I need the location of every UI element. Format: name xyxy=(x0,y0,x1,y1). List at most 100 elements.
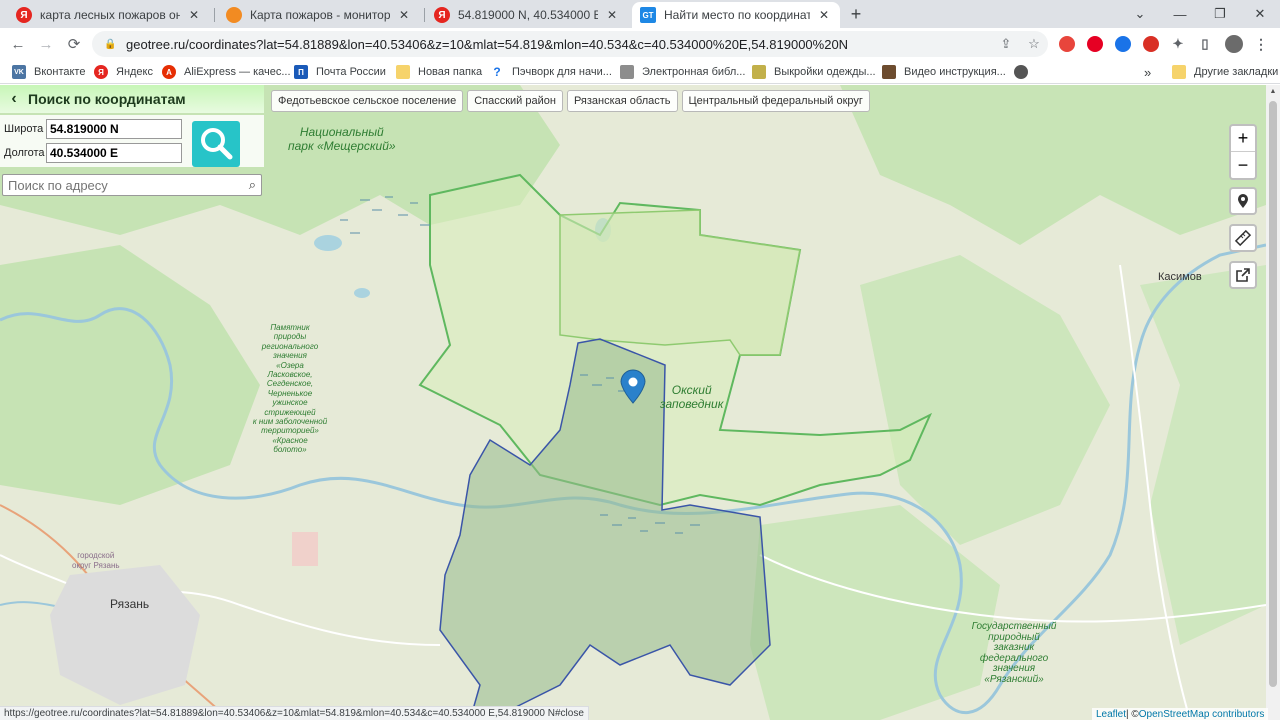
search-icon[interactable]: ⌕ xyxy=(249,177,256,193)
back-arrow-icon[interactable]: ‹ xyxy=(0,90,28,108)
extension-play-icon[interactable] xyxy=(1115,36,1131,52)
library-icon xyxy=(620,65,634,79)
magnifier-icon xyxy=(201,128,233,160)
coordinate-search-button[interactable] xyxy=(192,121,240,167)
scrollbar-thumb[interactable] xyxy=(1269,101,1277,687)
window-close-button[interactable]: ✕ xyxy=(1240,0,1280,28)
address-bar[interactable]: 🔒 geotree.ru/coordinates?lat=54.81889&lo… xyxy=(92,31,1048,57)
tab-1[interactable]: Я карта лесных пожаров онлайн ✕ xyxy=(8,2,210,28)
bookmark-yandex[interactable]: Я Яндекс xyxy=(94,64,153,80)
bookmark-library[interactable]: Электронная библ... xyxy=(620,64,745,80)
pin-icon xyxy=(1238,194,1248,208)
city-district-label: городской округ Рязань xyxy=(72,551,120,571)
bookmark-label: Пэчворк для начи... xyxy=(512,66,612,78)
town-kasimov: Касимов xyxy=(1158,271,1202,283)
new-tab-button[interactable]: + xyxy=(846,4,866,24)
menu-kebab-icon[interactable]: ⋮ xyxy=(1253,36,1269,52)
breadcrumb-federal-district[interactable]: Центральный федеральный округ xyxy=(681,90,870,112)
tab-title: Найти место по координатам, u xyxy=(664,8,810,22)
pinterest-icon[interactable] xyxy=(1087,36,1103,52)
scroll-up-icon[interactable]: ▲ xyxy=(1269,88,1277,95)
bookmarks-overflow-button[interactable]: » xyxy=(1144,64,1151,80)
open-external-button[interactable] xyxy=(1229,261,1257,289)
attribution-sep: | © xyxy=(1126,708,1139,720)
ruler-icon xyxy=(1234,229,1252,247)
share-icon[interactable]: ⇪ xyxy=(992,36,1020,52)
yandex-icon: Я xyxy=(434,7,450,23)
bookmark-patchwork[interactable]: ? Пэчворк для начи... xyxy=(490,64,612,80)
bookmark-video[interactable]: Видео инструкция... xyxy=(882,64,1006,80)
lock-icon: 🔒 xyxy=(104,38,117,50)
bookmark-vkontakte[interactable]: VK Вконтакте xyxy=(12,64,85,80)
tab-4-active[interactable]: GT Найти место по координатам, u ✕ xyxy=(632,2,840,28)
tab-2[interactable]: Карта пожаров - мониторинг п ✕ xyxy=(218,2,420,28)
bookmark-russian-post[interactable]: П Почта России xyxy=(294,64,386,80)
page-scrollbar[interactable]: ▲ xyxy=(1266,85,1280,720)
osm-link[interactable]: OpenStreetMap contributors xyxy=(1139,709,1265,720)
yandex-icon: Я xyxy=(94,65,108,79)
other-bookmarks-label: Другие закладки xyxy=(1194,66,1279,78)
natural-monument-label: Памятник природы регионального значения … xyxy=(236,323,344,455)
bookmark-new-folder[interactable]: Новая папка xyxy=(396,64,482,80)
status-bar: https://geotree.ru/coordinates?lat=54.81… xyxy=(0,706,589,720)
address-placeholder: Поиск по адресу xyxy=(8,177,108,193)
label-line: ужинское xyxy=(272,398,308,408)
measure-button[interactable] xyxy=(1229,224,1257,252)
longitude-row: Долгота 40.534000 E xyxy=(4,143,182,163)
aliexpress-icon: A xyxy=(162,65,176,79)
restore-button[interactable]: ❐ xyxy=(1200,0,1240,28)
tab-title: карта лесных пожаров онлайн xyxy=(40,8,180,22)
breadcrumb-district[interactable]: Спасский район xyxy=(467,90,563,112)
leaflet-link[interactable]: Leaflet xyxy=(1096,709,1126,720)
breadcrumb-region[interactable]: Рязанская область xyxy=(566,90,678,112)
tab-title: 54.819000 N, 40.534000 E — Янд xyxy=(458,8,598,22)
close-icon[interactable]: ✕ xyxy=(816,7,832,23)
tab-separator xyxy=(214,8,215,22)
other-bookmarks[interactable]: Другие закладки xyxy=(1172,64,1278,80)
locate-button[interactable] xyxy=(1229,187,1257,215)
url-text[interactable]: geotree.ru/coordinates?lat=54.81889&lon=… xyxy=(126,37,992,52)
bookmark-globe[interactable] xyxy=(1014,64,1036,80)
bookmark-star-icon[interactable]: ☆ xyxy=(1020,36,1048,52)
zoom-in-button[interactable]: + xyxy=(1231,126,1255,152)
forward-button[interactable]: → xyxy=(35,33,57,55)
label-line: природы xyxy=(273,332,307,342)
extension-target-icon[interactable] xyxy=(1059,36,1075,52)
tab-3[interactable]: Я 54.819000 N, 40.534000 E — Янд ✕ xyxy=(426,2,628,28)
reload-button[interactable]: ⟳ xyxy=(63,33,85,55)
address-search-input[interactable]: Поиск по адресу ⌕ xyxy=(2,174,262,196)
folder-icon xyxy=(396,65,410,79)
label-line: «Красное xyxy=(272,435,308,445)
extension-shield-icon[interactable] xyxy=(1143,36,1159,52)
industrial-zone xyxy=(292,532,318,566)
bookmark-label: Новая папка xyxy=(418,66,483,78)
label-line: стрижеющей xyxy=(264,407,316,417)
extensions-puzzle-icon[interactable]: ✦ xyxy=(1170,36,1186,52)
sidebar-icon[interactable]: ▯ xyxy=(1197,36,1213,52)
external-link-icon xyxy=(1236,268,1250,282)
label-line: регионального xyxy=(261,341,319,351)
breadcrumb-settlement[interactable]: Федотьевское сельское поселение xyxy=(271,90,464,112)
longitude-input[interactable]: 40.534000 E xyxy=(46,143,182,163)
bookmark-aliexpress[interactable]: A AliExpress — качес... xyxy=(162,64,291,80)
bookmark-label: Вконтакте xyxy=(34,66,86,78)
zoom-out-button[interactable]: − xyxy=(1231,152,1255,178)
close-icon[interactable]: ✕ xyxy=(396,7,412,23)
close-icon[interactable]: ✕ xyxy=(604,7,620,23)
minimize-button[interactable]: — xyxy=(1160,0,1200,28)
label-line: Ласковское, xyxy=(267,370,313,380)
lake xyxy=(314,235,342,251)
profile-avatar[interactable] xyxy=(1225,35,1243,53)
panel-header: ‹ Поиск по координатам xyxy=(0,85,264,113)
bookmark-patterns[interactable]: Выкройки одежды... xyxy=(752,64,876,80)
lake xyxy=(354,288,370,298)
globe-icon xyxy=(1014,65,1028,79)
tab-search-chevron-icon[interactable]: ⌄ xyxy=(1120,0,1160,28)
zoom-control: + − xyxy=(1229,124,1257,180)
folder-icon xyxy=(1172,65,1186,79)
close-icon[interactable]: ✕ xyxy=(186,7,202,23)
map-attribution: Leaflet | © OpenStreetMap contributors xyxy=(1092,708,1269,720)
latitude-input[interactable]: 54.819000 N xyxy=(46,119,182,139)
label-line: Черненькое xyxy=(267,388,313,398)
back-button[interactable]: ← xyxy=(7,33,29,55)
